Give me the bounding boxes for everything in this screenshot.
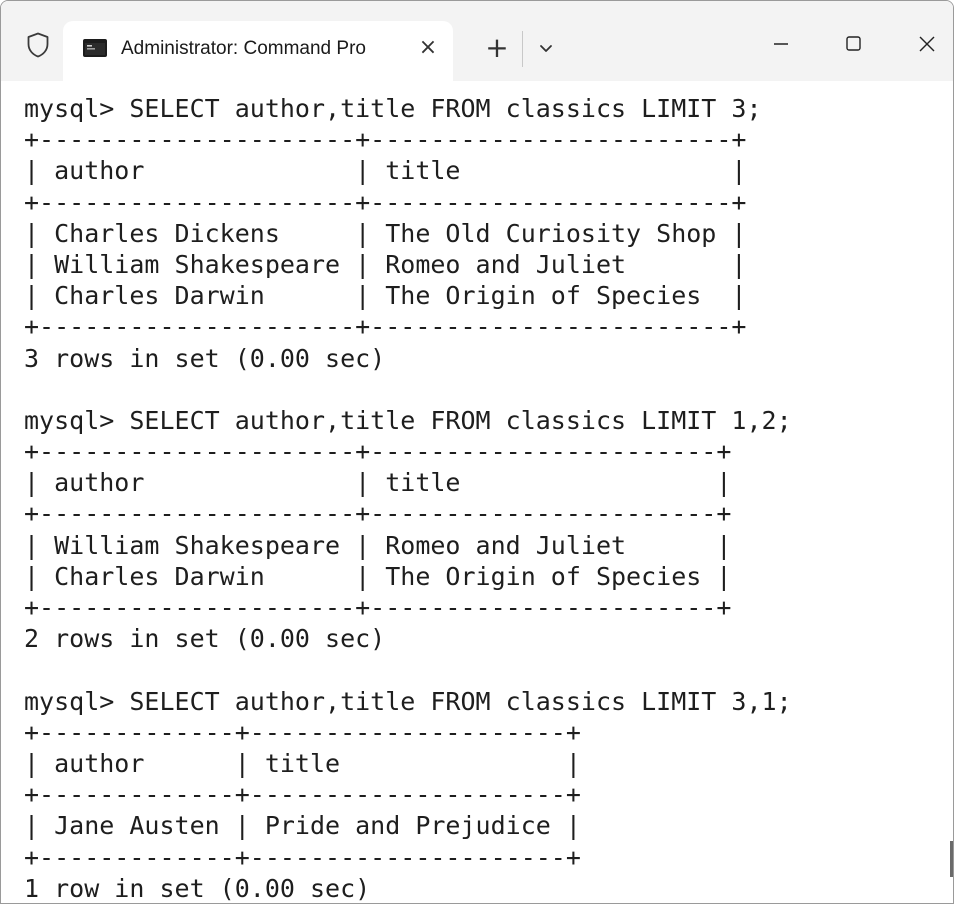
title-bar: Administrator: Command Pro × + [1, 1, 953, 81]
terminal-line: +-------------+---------------------+ [24, 842, 581, 872]
terminal-line: | Charles Darwin | The Origin of Species… [24, 281, 747, 311]
toolbar-divider [522, 31, 523, 67]
shield-icon[interactable] [27, 32, 49, 58]
new-tab-button[interactable]: + [480, 31, 514, 65]
terminal-line: 3 rows in set (0.00 sec) [24, 343, 386, 373]
terminal-line: | William Shakespeare | Romeo and Juliet… [24, 249, 747, 279]
terminal-line: mysql> SELECT author,title FROM classics… [24, 94, 762, 123]
chevron-down-icon[interactable] [531, 35, 561, 63]
terminal-line: +---------------------+-----------------… [24, 125, 747, 155]
close-tab-icon[interactable]: × [413, 33, 443, 63]
terminal-line: +---------------------+-----------------… [24, 499, 732, 529]
maximize-icon[interactable] [833, 27, 873, 61]
tab-command-prompt[interactable]: Administrator: Command Pro × [63, 21, 453, 81]
terminal-line: +-------------+---------------------+ [24, 717, 581, 747]
terminal-line: +---------------------+-----------------… [24, 312, 747, 342]
terminal-line: | Jane Austen | Pride and Prejudice | [24, 811, 581, 841]
cmd-icon [83, 39, 107, 57]
terminal-line: 1 row in set (0.00 sec) [24, 873, 371, 903]
terminal-line: +---------------------+-----------------… [24, 437, 732, 467]
terminal-lines: mysql> SELECT author,title FROM classics… [24, 93, 792, 903]
terminal-line: | author | title | [24, 468, 732, 498]
terminal-window: Administrator: Command Pro × + mysql> SE… [0, 0, 954, 904]
terminal-line: 2 rows in set (0.00 sec) [24, 624, 386, 654]
terminal-line: | author | title | [24, 156, 747, 186]
terminal-line: +---------------------+-----------------… [24, 187, 747, 217]
tab-title: Administrator: Command Pro [121, 38, 366, 59]
terminal-line: mysql> SELECT author,title FROM classics… [24, 686, 792, 716]
terminal-line: | William Shakespeare | Romeo and Juliet… [24, 530, 732, 560]
terminal-line: +-------------+---------------------+ [24, 780, 581, 810]
terminal-output[interactable]: mysql> SELECT author,title FROM classics… [1, 81, 953, 903]
terminal-line: +---------------------+-----------------… [24, 593, 732, 622]
terminal-line: mysql> SELECT author,title FROM classics… [24, 405, 792, 435]
minimize-icon[interactable] [761, 27, 801, 61]
terminal-line: | author | title | [24, 748, 581, 778]
scrollbar-thumb[interactable] [950, 841, 953, 877]
terminal-line: | Charles Dickens | The Old Curiosity Sh… [24, 218, 747, 248]
close-window-icon[interactable] [907, 27, 947, 61]
terminal-line: | Charles Darwin | The Origin of Species… [24, 561, 732, 591]
